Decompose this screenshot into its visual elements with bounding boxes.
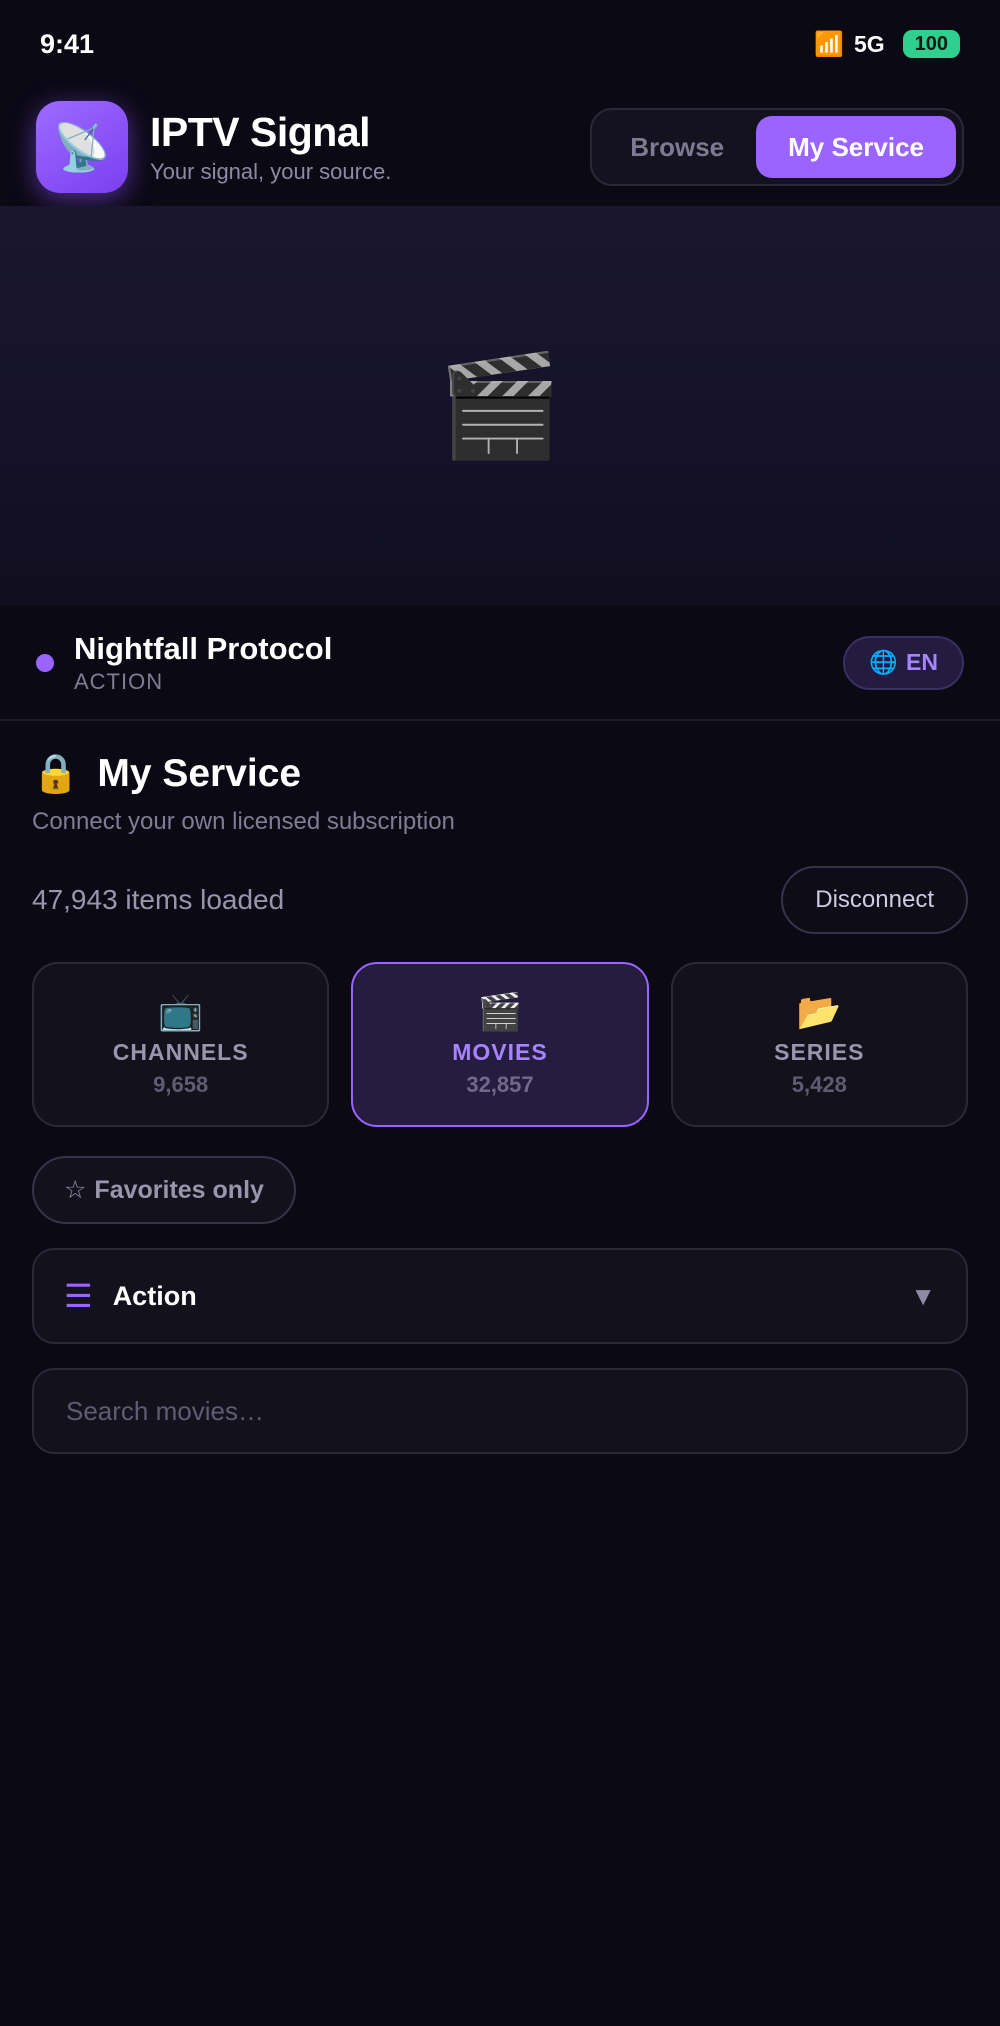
now-playing-title: Nightfall Protocol [74,630,333,666]
lock-icon: 🔒 [32,753,80,795]
category-label: SERIES [774,1039,865,1065]
section-header: 🔒 My Service [32,752,301,796]
category-label: MOVIES [452,1039,548,1065]
now-playing-info: Nightfall Protocol ACTION [74,631,332,695]
disconnect-button[interactable]: Disconnect [781,866,968,934]
category-movies[interactable]: 🎬 MOVIES 32,857 [351,962,649,1127]
section-subtitle: Connect your own licensed subscription [32,808,455,835]
search-input[interactable] [32,1368,968,1454]
folder-icon: 📂 [796,991,842,1032]
chevron-down-icon: ▼ [910,1280,936,1311]
genre-selected-value: Action [112,1280,197,1311]
app-title: IPTV Signal [150,109,371,155]
app-header: 📡 IPTV Signal Your signal, your source. … [0,88,1000,206]
now-playing-genre: ACTION [74,668,164,694]
battery-badge: 100 [902,30,960,58]
favorites-label: Favorites only [94,1175,264,1204]
app-subtitle: Your signal, your source. [150,159,392,184]
network-label: 5G [853,30,885,57]
category-label: CHANNELS [112,1039,249,1065]
genre-dropdown[interactable]: ☰ Action ▼ [32,1248,968,1344]
globe-icon: 🌐 [869,649,899,675]
items-loaded-count: 47,943 items loaded [32,884,285,915]
star-icon: ☆ [64,1176,87,1204]
tab-my-service[interactable]: My Service [756,116,956,178]
category-count: 32,857 [466,1072,534,1097]
language-button[interactable]: 🌐 EN [843,635,964,690]
clapper-board-icon: 🎬 [477,991,523,1032]
category-series[interactable]: 📂 SERIES 5,428 [670,962,968,1127]
tab-switcher: Browse My Service [590,108,964,186]
category-count: 5,428 [791,1072,847,1097]
list-icon: ☰ [64,1278,93,1314]
category-channels[interactable]: 📺 CHANNELS 9,658 [32,962,330,1127]
status-indicators: 📶 5G 100 [814,30,960,59]
language-label: EN [906,649,938,675]
brand: IPTV Signal Your signal, your source. [150,109,391,185]
category-selector: 📺 CHANNELS 9,658 🎬 MOVIES 32,857 📂 SERIE… [32,962,968,1127]
video-player[interactable]: 🎬 [0,206,1000,606]
clapper-board-icon: 🎬 [437,349,563,462]
now-playing-bar: Nightfall Protocol ACTION 🌐 EN [0,606,1000,721]
app-screen: 9:41 📶 5G 100 📡 IPTV Signal Your signal,… [0,0,1000,2026]
items-row: 47,943 items loaded Disconnect [32,866,968,934]
satellite-dish-icon: 📡 [36,101,128,193]
tv-icon: 📺 [158,991,204,1032]
category-count: 9,658 [153,1072,209,1097]
signal-bars-icon: 📶 [814,30,844,58]
favorites-toggle[interactable]: ☆ Favorites only [32,1156,296,1224]
section-title: My Service [97,752,302,795]
tab-browse[interactable]: Browse [598,116,756,178]
status-bar: 9:41 📶 5G 100 [0,0,1000,88]
live-indicator [36,653,54,672]
status-time: 9:41 [40,28,95,59]
